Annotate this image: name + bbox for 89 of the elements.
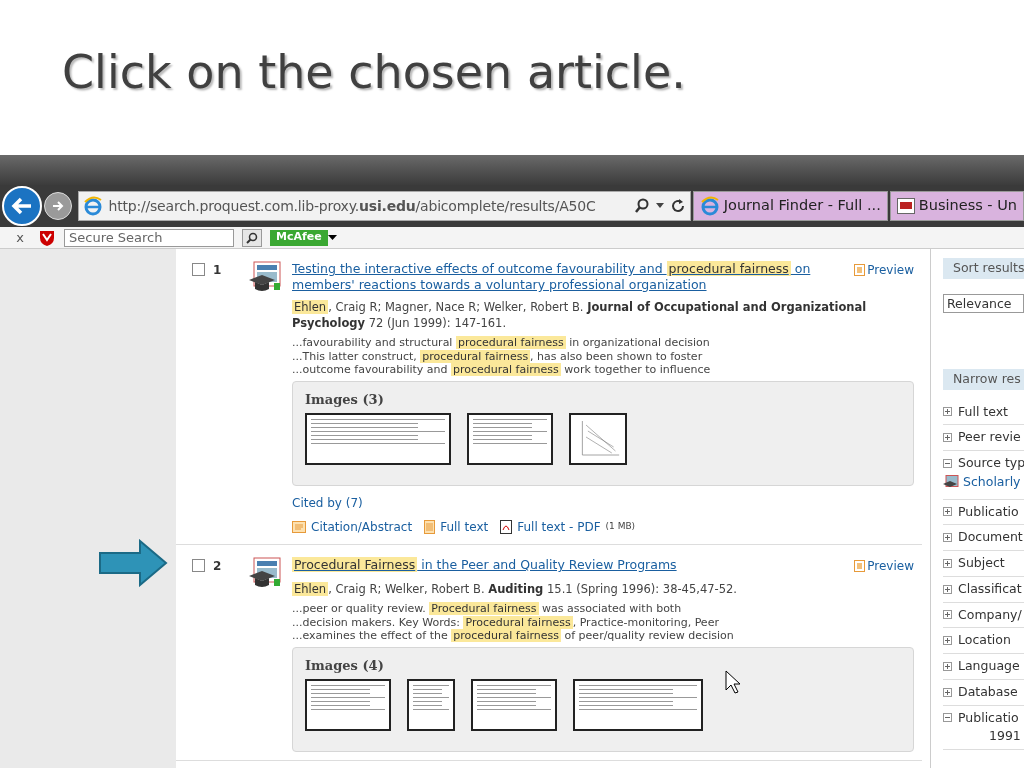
facet-label[interactable]: Classificat <box>958 579 1022 599</box>
collapse-icon[interactable] <box>943 713 952 723</box>
preview-link[interactable]: Preview <box>854 261 914 279</box>
refresh-icon[interactable] <box>669 198 686 214</box>
citation-text: Ehlen , Craig R; Welker, Robert B. Auditing 15.1 (Spring 1996): 38-45,47-52. <box>292 581 738 597</box>
result-number: 1 <box>213 262 222 279</box>
select-checkbox[interactable] <box>192 263 205 276</box>
table-thumbnail[interactable] <box>305 679 391 731</box>
ie-logo-icon <box>82 196 103 216</box>
collapse-icon[interactable] <box>943 458 952 468</box>
slide-title: Click on the chosen article. <box>62 44 686 101</box>
expand-icon[interactable] <box>943 407 952 417</box>
expand-icon[interactable] <box>943 558 952 568</box>
secure-search-field[interactable]: Secure Search <box>64 228 234 247</box>
sort-results-header: Sort results <box>943 258 1024 279</box>
facet-label[interactable]: Source typ <box>958 454 1024 473</box>
search-icon <box>246 231 258 244</box>
snippet-line: ...peer or quality review. Procedural fairness was associated with both <box>292 602 683 616</box>
search-button[interactable] <box>242 228 262 247</box>
search-icon[interactable] <box>633 198 650 214</box>
result-number: 2 <box>213 558 222 575</box>
select-checkbox[interactable] <box>192 559 205 572</box>
expand-icon[interactable] <box>943 687 952 697</box>
facet-value: 1991 <box>988 727 1022 746</box>
close-toolbar-button[interactable]: x <box>10 227 30 248</box>
narrow-results-header: Narrow res <box>943 368 1024 390</box>
expand-icon[interactable] <box>943 636 952 646</box>
mouse-cursor-icon <box>725 670 741 694</box>
full-text-link[interactable]: Citation/Abstract <box>311 518 413 536</box>
article-title-link[interactable]: Testing the interactive effects of outcome favourability and procedural fairness on members' reactions towards a voluntary professional organization <box>292 261 832 293</box>
facet-label[interactable]: Peer revie <box>958 428 1021 447</box>
scholarly-journal-icon <box>248 557 282 589</box>
forward-button[interactable] <box>43 192 72 220</box>
citation-text: Ehlen , Craig R; Magner, Nace R; Welker, Robert B. Journal of Occupational and Organizational Psychology 72 (Jun 1999): 147-161. <box>292 299 868 331</box>
expand-icon[interactable] <box>943 507 952 517</box>
dropdown-caret-icon[interactable] <box>655 203 664 209</box>
url-text: http://search.proquest.com.lib-proxy.usi.edu/abicomplete/results/A50C <box>108 196 597 216</box>
preview-icon <box>854 560 866 572</box>
preview-link[interactable]: Preview <box>854 557 914 575</box>
table-thumbnail[interactable] <box>573 679 703 731</box>
full-text-link[interactable]: Full text - PDF <box>517 518 601 536</box>
table-thumbnail[interactable] <box>407 679 455 731</box>
pdf-icon <box>500 520 513 534</box>
facet-label[interactable]: Company/ <box>958 605 1022 625</box>
facet-label[interactable]: Full text <box>958 402 1009 422</box>
browser-tab[interactable]: Journal Finder - Full ... <box>692 191 888 221</box>
images-heading: Images (4) <box>305 656 384 675</box>
snippet-line: ...decision makers. Key Words: Procedural fairness , Practice-monitoring, Peer <box>292 615 720 629</box>
facet-label[interactable]: Document <box>958 528 1023 547</box>
snippet-line: ...favourability and structural procedural fairness in organizational decision <box>292 336 711 350</box>
site-favicon-icon <box>896 198 915 214</box>
caret-icon[interactable] <box>327 234 337 241</box>
facet-label[interactable]: Language <box>958 657 1020 676</box>
facet-label[interactable]: Subject <box>958 554 1005 573</box>
cited-by-link[interactable]: Cited by (7) <box>292 494 914 512</box>
expand-icon[interactable] <box>943 661 952 671</box>
facet-label[interactable]: Publicatio <box>958 502 1019 522</box>
sort-select[interactable]: Relevance <box>943 293 1024 313</box>
address-bar[interactable]: http://search.proquest.com.lib-proxy.usi.edu/abicomplete/results/A50C <box>77 191 691 221</box>
document-icon <box>292 521 306 533</box>
graph-thumbnail[interactable] <box>569 413 627 465</box>
ie-logo-icon <box>699 196 720 216</box>
expand-icon[interactable] <box>943 584 952 594</box>
table-thumbnail[interactable] <box>305 413 451 465</box>
snippet-line: ...examines the effect of the procedural fairness of peer/quality review decision <box>292 629 735 643</box>
expand-icon[interactable] <box>943 533 952 543</box>
scholarly-journal-icon <box>248 261 282 293</box>
expand-icon[interactable] <box>943 433 952 443</box>
table-thumbnail[interactable] <box>471 679 557 731</box>
facet-value-link[interactable]: Scholarly <box>963 472 1021 492</box>
pointing-arrow-icon <box>98 539 168 587</box>
expand-icon[interactable] <box>943 610 952 620</box>
snippet-line: ...outcome favourability and procedural fairness work together to influence <box>292 363 712 377</box>
article-title-link[interactable]: Procedural Fairness in the Peer and Quality Review Programs <box>292 557 832 573</box>
page-icon <box>424 520 436 534</box>
facet-label[interactable]: Location <box>958 631 1011 650</box>
facet-label[interactable]: Database <box>958 682 1018 702</box>
full-text-link[interactable]: Full text <box>440 518 489 536</box>
journal-icon <box>943 474 959 490</box>
back-button[interactable] <box>2 186 42 226</box>
browser-tab[interactable]: Business - Un <box>889 191 1024 221</box>
table-thumbnail[interactable] <box>467 413 553 465</box>
images-heading: Images (3) <box>305 390 384 409</box>
forward-arrow-icon <box>50 200 65 212</box>
preview-icon <box>854 264 866 276</box>
facet-label[interactable]: Publicatio <box>958 708 1019 728</box>
file-size: (1 MB) <box>605 520 636 534</box>
snippet-line: ...This latter construct, procedural fairness , has also been shown to foster <box>292 349 704 363</box>
back-arrow-icon <box>10 197 33 215</box>
